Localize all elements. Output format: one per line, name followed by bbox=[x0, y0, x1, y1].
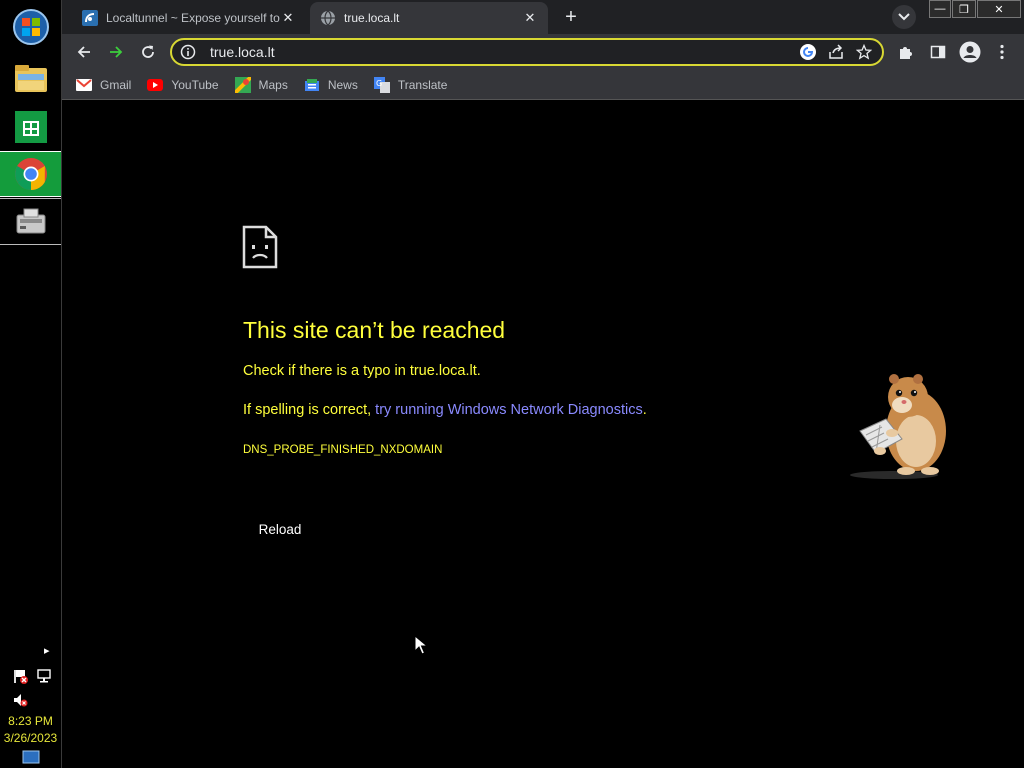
toolbar: true.loca.lt bbox=[62, 34, 1024, 70]
tray-expand-arrow[interactable]: ▸ bbox=[44, 644, 50, 657]
taskbar: ▸ 8:23 PM 3/26/2023 bbox=[0, 0, 62, 768]
reload-button[interactable]: Reload bbox=[243, 514, 317, 544]
start-button[interactable] bbox=[0, 4, 61, 50]
svg-text:G: G bbox=[376, 79, 382, 88]
avatar-icon bbox=[959, 41, 981, 63]
tab-true-loca-lt[interactable]: true.loca.lt ✕ bbox=[310, 2, 548, 34]
tab-close-icon[interactable]: ✕ bbox=[280, 10, 296, 26]
site-info-icon[interactable] bbox=[174, 40, 202, 64]
reload-toolbar-button[interactable] bbox=[134, 38, 162, 66]
bookmark-star-icon[interactable] bbox=[850, 40, 878, 64]
forward-button[interactable] bbox=[102, 38, 130, 66]
error-code: DNS_PROBE_FINISHED_NXDOMAIN bbox=[243, 444, 443, 456]
clock-time[interactable]: 8:23 PM bbox=[0, 714, 61, 728]
bookmark-label: YouTube bbox=[171, 77, 219, 92]
bookmark-label: News bbox=[327, 77, 358, 92]
tab-localtunnel[interactable]: Localtunnel ~ Expose yourself to ✕ bbox=[72, 2, 306, 34]
chrome-window: Localtunnel ~ Expose yourself to ✕ true.… bbox=[62, 0, 1024, 768]
taskbar-chrome[interactable] bbox=[0, 151, 61, 197]
youtube-icon bbox=[147, 77, 164, 93]
extensions-button[interactable] bbox=[892, 38, 920, 66]
arrow-right-icon bbox=[110, 46, 123, 58]
bookmark-label: Gmail bbox=[100, 77, 132, 92]
bookmarks-bar: Gmail YouTube Maps News G Translate bbox=[62, 70, 1024, 100]
folder-icon bbox=[14, 65, 47, 92]
maps-icon bbox=[234, 76, 251, 93]
network-tray-icon[interactable] bbox=[36, 668, 52, 684]
network-drive-icon bbox=[16, 208, 45, 234]
bookmark-gmail[interactable]: Gmail bbox=[76, 77, 131, 93]
puzzle-icon bbox=[900, 47, 912, 59]
gmail-icon bbox=[76, 77, 92, 93]
address-text[interactable]: true.loca.lt bbox=[210, 44, 794, 60]
bookmark-label: Maps bbox=[258, 77, 288, 92]
page-content: This site can’t be reached Check if ther… bbox=[62, 101, 1024, 768]
sad-page-icon bbox=[242, 225, 278, 269]
bookmark-maps[interactable]: Maps bbox=[234, 76, 288, 93]
profile-button[interactable] bbox=[956, 38, 984, 66]
chevron-down-icon bbox=[898, 13, 910, 21]
bookmark-news[interactable]: News bbox=[304, 77, 358, 93]
error-typo-hint: Check if there is a typo in true.loca.lt… bbox=[243, 363, 481, 379]
side-panel-icon bbox=[930, 45, 946, 59]
network-diagnostics-link[interactable]: try running Windows Network Diagnostics bbox=[375, 402, 643, 418]
bookmark-translate[interactable]: G Translate bbox=[373, 76, 448, 93]
refresh-icon bbox=[142, 45, 154, 58]
news-icon bbox=[304, 77, 320, 93]
close-window-button[interactable]: ✕ bbox=[977, 0, 1021, 18]
address-bar[interactable]: true.loca.lt bbox=[170, 38, 884, 66]
tab-close-icon[interactable]: ✕ bbox=[522, 10, 538, 26]
bookmark-youtube[interactable]: YouTube bbox=[147, 77, 219, 93]
error-title: This site can’t be reached bbox=[243, 317, 506, 343]
taskbar-store[interactable] bbox=[0, 104, 61, 150]
error-diagnostics-line: If spelling is correct, try running Wind… bbox=[243, 402, 647, 418]
restore-button[interactable]: ❐ bbox=[952, 0, 976, 18]
volume-muted-icon[interactable] bbox=[12, 692, 28, 708]
globe-favicon-icon bbox=[321, 10, 335, 26]
tab-title: true.loca.lt bbox=[344, 11, 400, 25]
tab-title: Localtunnel ~ Expose yourself to bbox=[106, 11, 280, 25]
hamster-reading-image bbox=[850, 374, 946, 479]
diagnostics-suffix: . bbox=[642, 402, 647, 418]
share-icon[interactable] bbox=[822, 40, 850, 64]
new-tab-button[interactable]: + bbox=[558, 5, 584, 29]
mouse-cursor-icon bbox=[414, 635, 428, 655]
start-orb-icon bbox=[12, 9, 49, 45]
taskbar-file-explorer[interactable] bbox=[0, 56, 61, 102]
tab-search-button[interactable] bbox=[892, 5, 916, 29]
more-vert-icon bbox=[1000, 44, 1004, 60]
back-button[interactable] bbox=[70, 38, 98, 66]
chrome-icon bbox=[14, 158, 47, 190]
google-lens-icon[interactable] bbox=[794, 40, 822, 64]
arrow-left-icon bbox=[77, 46, 90, 58]
translate-icon: G bbox=[373, 76, 390, 93]
diagnostics-prefix: If spelling is correct, bbox=[243, 402, 376, 418]
clock-date[interactable]: 3/26/2023 bbox=[0, 731, 61, 745]
taskbar-network-drive[interactable] bbox=[0, 199, 61, 245]
side-panel-button[interactable] bbox=[924, 38, 952, 66]
show-desktop-icon[interactable] bbox=[22, 750, 40, 764]
menu-button[interactable] bbox=[988, 38, 1016, 66]
taskbar-separator bbox=[0, 244, 61, 245]
store-icon bbox=[14, 111, 47, 143]
action-center-flag-icon[interactable] bbox=[12, 668, 28, 684]
tab-strip: Localtunnel ~ Expose yourself to ✕ true.… bbox=[62, 0, 1024, 34]
minimize-button[interactable]: — bbox=[929, 0, 951, 18]
localtunnel-favicon-icon bbox=[82, 10, 98, 26]
bookmark-label: Translate bbox=[397, 77, 448, 92]
